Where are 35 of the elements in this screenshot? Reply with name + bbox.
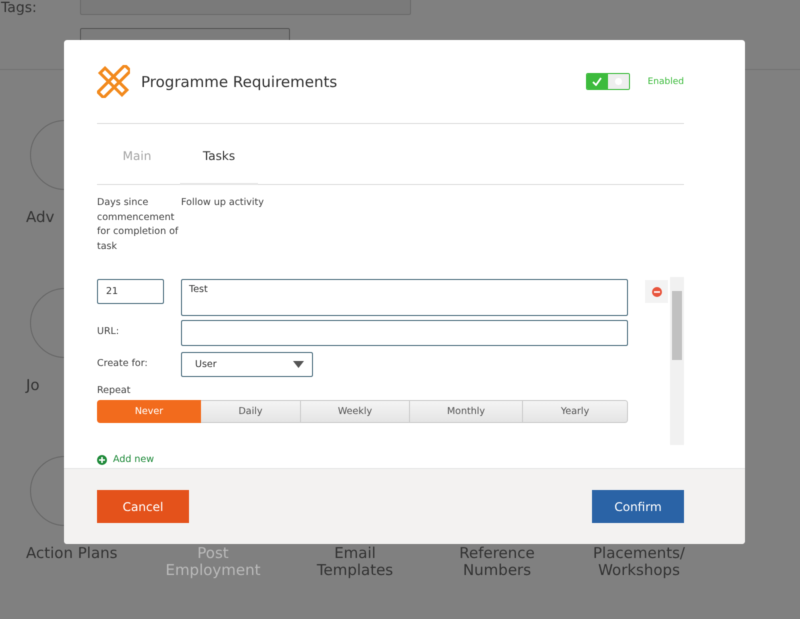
tile-label: Reference Numbers — [458, 545, 536, 579]
dropdown-caret-icon — [293, 361, 304, 368]
cancel-button[interactable]: Cancel — [97, 490, 189, 523]
tile-label: Email Templates — [316, 545, 394, 579]
scrollbar[interactable] — [670, 277, 684, 445]
repeat-option[interactable]: Yearly — [523, 400, 628, 423]
url-label: URL: — [97, 325, 120, 337]
tile-label: Placements/ Workshops — [592, 545, 686, 579]
tile-label: Action Plans — [26, 544, 118, 562]
create-for-select[interactable]: User — [181, 352, 313, 377]
create-for-label: Create for: — [97, 357, 149, 369]
minus-circle-icon — [652, 286, 662, 296]
repeat-option[interactable]: Monthly — [410, 400, 523, 423]
url-field[interactable] — [181, 320, 628, 346]
ruler-pencil-icon — [97, 65, 130, 98]
tile-label: Jo — [26, 376, 40, 394]
plus-circle-icon — [97, 454, 107, 464]
add-new-link[interactable]: Add new — [97, 454, 154, 465]
enabled-toggle[interactable] — [586, 73, 630, 90]
tile-label: Post Employment — [164, 545, 262, 579]
enabled-label: Enabled — [648, 76, 684, 86]
days-field[interactable]: 21 — [97, 279, 164, 304]
column-header: Days since commencement for completion of task — [97, 196, 180, 254]
dialog-title: Programme Requirements — [141, 72, 338, 90]
activity-field[interactable]: Test — [181, 279, 628, 316]
tags-label: Tags: — [1, 0, 37, 16]
repeat-option[interactable]: Daily — [201, 400, 301, 423]
repeat-option[interactable]: Weekly — [301, 400, 410, 423]
check-icon — [592, 77, 602, 86]
tile-label: Adv — [26, 208, 54, 226]
repeat-label: Repeat — [97, 384, 132, 396]
tab[interactable]: Tasks — [180, 139, 258, 185]
remove-button[interactable] — [645, 280, 668, 303]
confirm-button[interactable]: Confirm — [592, 490, 684, 523]
column-header: Follow up activity — [181, 196, 264, 210]
